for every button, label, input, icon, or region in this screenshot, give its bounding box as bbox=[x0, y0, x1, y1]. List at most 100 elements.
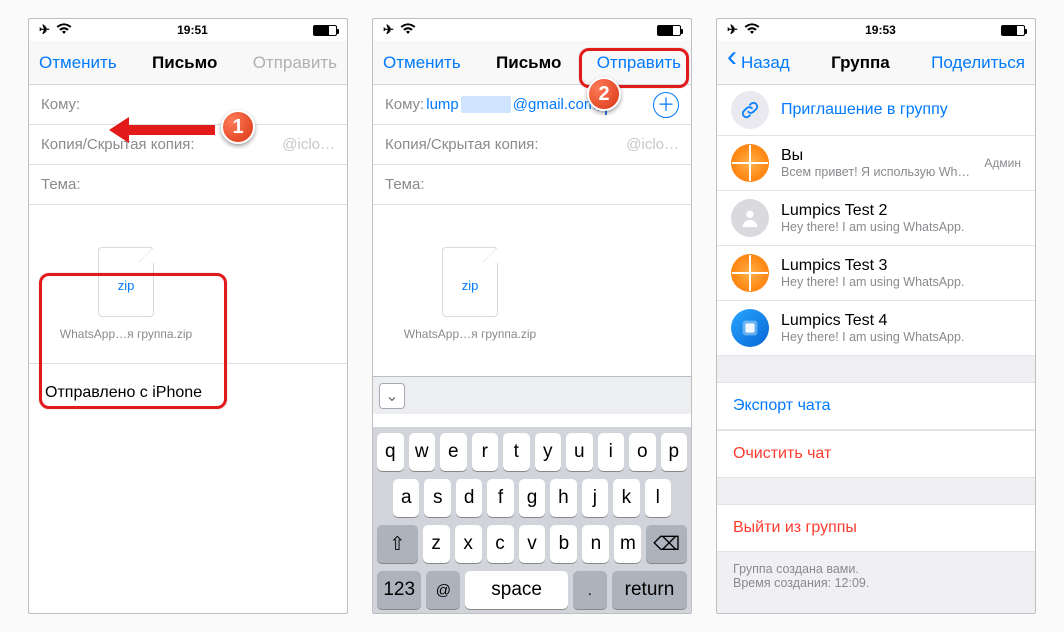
member-name: Lumpics Test 2 bbox=[781, 202, 1021, 220]
key-n[interactable]: n bbox=[582, 525, 609, 563]
key-s[interactable]: s bbox=[424, 479, 450, 517]
wifi-icon bbox=[56, 23, 72, 38]
group-title: Группа bbox=[831, 53, 890, 73]
arrow-to-field bbox=[109, 117, 215, 143]
airplane-mode-icon: ✈ bbox=[727, 22, 738, 38]
member-name: Lumpics Test 3 bbox=[781, 257, 1021, 275]
attachment-area: zip WhatsApp…я группа.zip bbox=[29, 219, 347, 363]
cc-label: Копия/Скрытая копия: bbox=[385, 136, 539, 153]
suggestion-collapse-button[interactable]: ⌄ bbox=[379, 383, 405, 409]
key-e[interactable]: e bbox=[440, 433, 467, 471]
cc-field[interactable]: Копия/Скрытая копия: @iclo… bbox=[373, 125, 691, 165]
group-footer: Группа создана вами. Время создания: 12:… bbox=[717, 552, 1035, 600]
compose-navbar: Отменить Письмо Отправить bbox=[373, 41, 691, 85]
member-status: Hey there! I am using WhatsApp. bbox=[781, 330, 1021, 344]
space-key[interactable]: space bbox=[465, 571, 567, 609]
attachment-filename: WhatsApp…я группа.zip bbox=[391, 327, 549, 341]
key-y[interactable]: y bbox=[535, 433, 562, 471]
key-j[interactable]: j bbox=[582, 479, 608, 517]
key-m[interactable]: m bbox=[614, 525, 641, 563]
attachment-item[interactable]: zip WhatsApp…я группа.zip bbox=[385, 225, 555, 353]
wifi-icon bbox=[400, 23, 416, 38]
group-settings-list: Приглашение в группу ВыВсем привет! Я ис… bbox=[717, 85, 1035, 613]
to-value-redacted: XXXXX bbox=[461, 96, 511, 113]
attachment-filename: WhatsApp…я группа.zip bbox=[47, 327, 205, 341]
callout-badge-1: 1 bbox=[221, 110, 255, 144]
member-row[interactable]: Lumpics Test 4Hey there! I am using What… bbox=[717, 301, 1035, 356]
link-icon bbox=[731, 91, 769, 129]
add-contact-button[interactable]: ＋ bbox=[653, 92, 679, 118]
key-b[interactable]: b bbox=[550, 525, 577, 563]
subject-field[interactable]: Тема: bbox=[29, 165, 347, 205]
member-row[interactable]: ВыВсем привет! Я использую Wh…Админ bbox=[717, 136, 1035, 191]
status-time: 19:51 bbox=[177, 23, 208, 37]
shift-key[interactable]: ⇧ bbox=[377, 525, 418, 563]
key-z[interactable]: z bbox=[423, 525, 450, 563]
send-button[interactable]: Отправить bbox=[597, 53, 681, 73]
compose-title: Письмо bbox=[152, 53, 217, 73]
to-value-prefix: lump bbox=[426, 96, 459, 113]
leave-group-button[interactable]: Выйти из группы bbox=[717, 504, 1035, 552]
status-bar: ✈ 19:51 bbox=[29, 19, 347, 41]
key-c[interactable]: c bbox=[487, 525, 514, 563]
wifi-icon bbox=[744, 23, 760, 38]
status-time: 19:53 bbox=[865, 23, 896, 37]
key-h[interactable]: h bbox=[550, 479, 576, 517]
key-d[interactable]: d bbox=[456, 479, 482, 517]
cancel-button[interactable]: Отменить bbox=[383, 53, 461, 73]
member-status: Hey there! I am using WhatsApp. bbox=[781, 275, 1021, 289]
compose-fields: Кому: Копия/Скрытая копия: @iclo… Тема: bbox=[29, 85, 347, 205]
compose-title: Письмо bbox=[496, 53, 561, 73]
subject-label: Тема: bbox=[41, 176, 81, 193]
attachment-area: zip WhatsApp…я группа.zip bbox=[373, 219, 691, 363]
member-name: Lumpics Test 4 bbox=[781, 312, 1021, 330]
key-p[interactable]: p bbox=[661, 433, 688, 471]
airplane-mode-icon: ✈ bbox=[39, 22, 50, 38]
key-x[interactable]: x bbox=[455, 525, 482, 563]
numbers-key[interactable]: 123 bbox=[377, 571, 421, 609]
key-k[interactable]: k bbox=[613, 479, 639, 517]
subject-field[interactable]: Тема: bbox=[373, 165, 691, 205]
share-button[interactable]: Поделиться bbox=[931, 53, 1025, 73]
back-button[interactable]: Назад bbox=[727, 53, 790, 73]
key-g[interactable]: g bbox=[519, 479, 545, 517]
key-t[interactable]: t bbox=[503, 433, 530, 471]
keyboard-suggestion-bar: ⌄ bbox=[373, 376, 691, 414]
key-r[interactable]: r bbox=[472, 433, 499, 471]
avatar bbox=[731, 254, 769, 292]
member-name: Вы bbox=[781, 147, 972, 165]
key-i[interactable]: i bbox=[598, 433, 625, 471]
key-o[interactable]: o bbox=[629, 433, 656, 471]
at-key[interactable]: @ bbox=[426, 571, 460, 609]
dot-key[interactable]: . bbox=[573, 571, 607, 609]
battery-icon bbox=[1001, 25, 1025, 36]
battery-icon bbox=[313, 25, 337, 36]
compose-fields: Кому: lump XXXXX @gmail.com, ＋ Копия/Скр… bbox=[373, 85, 691, 205]
key-v[interactable]: v bbox=[519, 525, 546, 563]
clear-chat-button[interactable]: Очистить чат bbox=[717, 430, 1035, 478]
key-q[interactable]: q bbox=[377, 433, 404, 471]
key-f[interactable]: f bbox=[487, 479, 513, 517]
status-bar: ✈ bbox=[373, 19, 691, 41]
invite-link-row[interactable]: Приглашение в группу bbox=[717, 85, 1035, 136]
cancel-button[interactable]: Отменить bbox=[39, 53, 117, 73]
send-button[interactable]: Отправить bbox=[253, 53, 337, 73]
attachment-item[interactable]: zip WhatsApp…я группа.zip bbox=[41, 225, 211, 353]
export-chat-button[interactable]: Экспорт чата bbox=[717, 382, 1035, 430]
key-w[interactable]: w bbox=[409, 433, 436, 471]
cc-value: @iclo… bbox=[282, 136, 335, 153]
key-u[interactable]: u bbox=[566, 433, 593, 471]
member-role: Админ bbox=[984, 156, 1021, 170]
status-bar: ✈ 19:53 bbox=[717, 19, 1035, 41]
backspace-key[interactable]: ⌫ bbox=[646, 525, 687, 563]
to-field[interactable]: Кому: lump XXXXX @gmail.com, ＋ bbox=[373, 85, 691, 125]
member-row[interactable]: Lumpics Test 2Hey there! I am using What… bbox=[717, 191, 1035, 246]
keyboard: qwertyuiop asdfghjkl ⇧ zxcvbnm ⌫ 123 @ s… bbox=[373, 427, 691, 613]
key-a[interactable]: a bbox=[393, 479, 419, 517]
key-l[interactable]: l bbox=[645, 479, 671, 517]
cc-value: @iclo… bbox=[626, 136, 679, 153]
member-row[interactable]: Lumpics Test 3Hey there! I am using What… bbox=[717, 246, 1035, 301]
phone-panel-1: ✈ 19:51 Отменить Письмо Отправить Кому: … bbox=[28, 18, 348, 614]
chevron-left-icon bbox=[727, 53, 739, 73]
return-key[interactable]: return bbox=[612, 571, 687, 609]
